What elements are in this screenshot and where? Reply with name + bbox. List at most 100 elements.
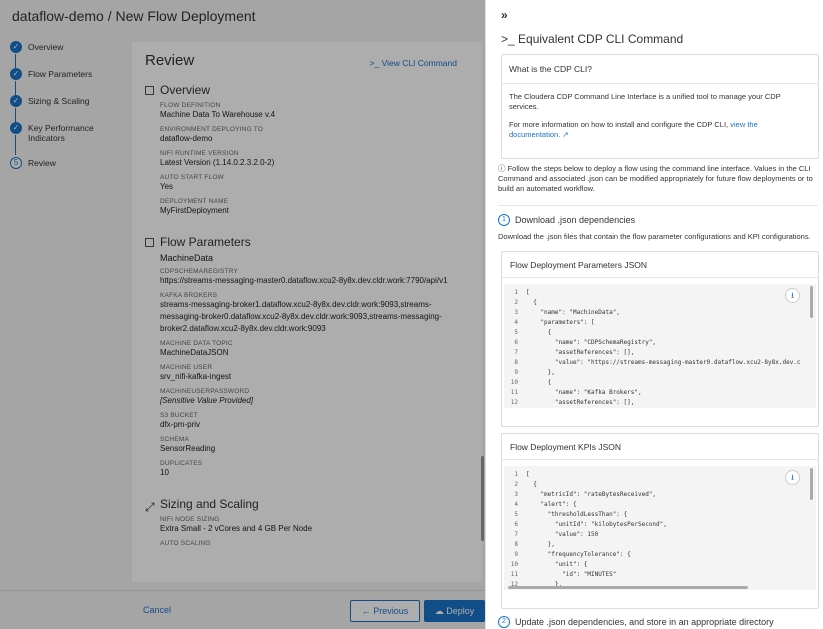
line-number: 1 [514,289,518,296]
code-text: { [526,481,537,488]
params-json-card: Flow Deployment Parameters JSON 1[2 {3 "… [501,251,819,427]
line-number: 9 [514,369,518,376]
line-number: 7 [514,531,518,538]
line-number: 8 [514,541,518,548]
code-line: 7 "assetReferences": [], [504,348,816,358]
line-number: 12 [510,399,518,406]
follow-steps-note: ⓘ Follow the steps below to deploy a flo… [498,164,820,194]
code-text: { [526,329,552,336]
code-text: "name": "MachineData", [526,309,620,316]
code-line: 5 "thresholdLessThan": { [504,510,816,520]
code-line: 3 "name": "MachineData", [504,308,816,318]
info-text: The Cloudera CDP Command Line Interface … [509,92,781,111]
line-number: 10 [510,561,518,568]
code-line: 1[ [504,470,816,480]
code-text: "id": "MINUTES" [526,571,617,578]
download-description: Download the .json files that contain th… [498,232,811,241]
download-icon[interactable]: ⭳ [785,288,800,303]
code-line: 8 "value": "https://streams-messaging-ma… [504,358,816,368]
line-number: 6 [514,521,518,528]
code-text: "metricId": "rateBytesReceived", [526,491,657,498]
step-title: Update .json dependencies, and store in … [515,617,774,627]
code-text: "name": "Kafka Brokers", [526,389,642,396]
code-line: 12 "assetReferences": [], [504,398,816,408]
kpi-json-card: Flow Deployment KPIs JSON 1[2 {3 "metric… [501,433,819,609]
code-line: 10 { [504,378,816,388]
code-line: 1[ [504,288,816,298]
code-text: "value": 150 [526,531,599,538]
line-number: 11 [510,571,518,578]
drawer-title: >_ Equivalent CDP CLI Command [501,32,684,46]
follow-text: Follow the steps below to deploy a flow … [498,164,813,193]
info-body: The Cloudera CDP Command Line Interface … [502,84,818,148]
line-number: 2 [514,299,518,306]
line-number: 7 [514,349,518,356]
code-text: "thresholdLessThan": { [526,511,628,518]
code-text: "value": "https://streams-messaging-mast… [526,359,801,366]
code-line: 11 "id": "MINUTES" [504,570,816,580]
code-text: { [526,379,552,386]
info-more: For more information on how to install a… [509,120,811,140]
code-line: 6 "name": "CDPSchemaRegistry", [504,338,816,348]
code-line: 7 "value": 150 [504,530,816,540]
code-line: 4 "parameters": [ [504,318,816,328]
code-line: 6 "unitId": "kilobytesPerSecond", [504,520,816,530]
params-json-code[interactable]: 1[2 {3 "name": "MachineData", 4 "paramete… [504,284,816,408]
step-download: 1 Download .json dependencies [498,214,635,226]
code-text: "frequencyTolerance": { [526,551,631,558]
code-text: "assetReferences": [], [526,349,635,356]
code-text: "parameters": [ [526,319,595,326]
code-line: 10 "unit": { [504,560,816,570]
drawer-title-text: Equivalent CDP CLI Command [518,32,684,46]
step-title: Download .json dependencies [515,215,636,225]
step-number-icon: 1 [498,214,510,226]
code-line: 5 { [504,328,816,338]
line-number: 5 [514,329,518,336]
line-number: 3 [514,309,518,316]
code-line: 8 }, [504,540,816,550]
divider [498,205,818,206]
line-number: 4 [514,319,518,326]
vertical-scrollbar[interactable] [810,286,813,318]
code-text: [ [526,289,530,296]
line-number: 8 [514,359,518,366]
info-title: What is the CDP CLI? [502,55,818,84]
download-icon[interactable]: ⭳ [785,470,800,485]
code-text: [ [526,471,530,478]
code-text: "assetReferences": [], [526,399,635,406]
horizontal-scrollbar[interactable] [508,586,748,589]
code-line: 11 "name": "Kafka Brokers", [504,388,816,398]
code-line: 4 "alert": { [504,500,816,510]
line-number: 9 [514,551,518,558]
kpi-json-title: Flow Deployment KPIs JSON [502,434,818,460]
line-number: 10 [510,379,518,386]
vertical-scrollbar[interactable] [810,468,813,500]
code-line: 3 "metricId": "rateBytesReceived", [504,490,816,500]
line-number: 3 [514,491,518,498]
modal-backdrop[interactable] [0,0,485,629]
step-number-icon: 2 [498,616,510,628]
line-number: 5 [514,511,518,518]
info-circle-icon: ⓘ [498,164,506,173]
cli-drawer: » >_ Equivalent CDP CLI Command What is … [485,0,823,629]
code-text: "alert": { [526,501,577,508]
line-number: 11 [510,389,518,396]
line-number: 4 [514,501,518,508]
line-number: 2 [514,481,518,488]
collapse-drawer-icon[interactable]: » [501,8,508,22]
code-line: 2 { [504,298,816,308]
code-line: 2 { [504,480,816,490]
params-json-title: Flow Deployment Parameters JSON [502,252,818,278]
code-text: "unitId": "kilobytesPerSecond", [526,521,667,528]
code-text: { [526,299,537,306]
code-text: }, [526,369,555,376]
step-update: 2 Update .json dependencies, and store i… [498,616,774,628]
line-number: 1 [514,471,518,478]
cdp-cli-info-card: What is the CDP CLI? The Cloudera CDP Co… [501,54,819,159]
code-line: 9 "frequencyTolerance": { [504,550,816,560]
line-number: 6 [514,339,518,346]
code-text: "unit": { [526,561,588,568]
external-link-icon: ↗ [562,130,569,139]
kpi-json-code[interactable]: 1[2 {3 "metricId": "rateBytesReceived", 4… [504,466,816,590]
code-line: 9 }, [504,368,816,378]
